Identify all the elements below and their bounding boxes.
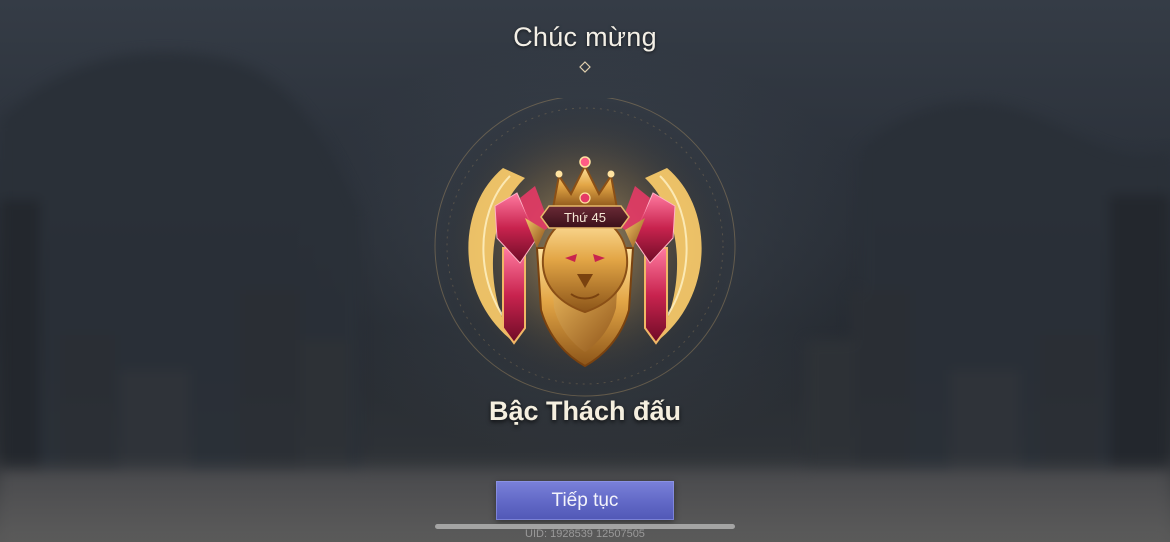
uid-label: UID: 1928539 12507505 [525, 528, 645, 540]
page-title: Chúc mừng [513, 22, 657, 52]
continue-button[interactable]: Tiếp tục [496, 481, 674, 520]
rank-position-badge: Thứ 45 [564, 210, 606, 225]
diamond-divider-icon [400, 61, 770, 73]
rank-name: Bậc Thách đấu [488, 396, 682, 426]
lion-crest-emblem-icon [434, 98, 736, 397]
rank-up-screen: Chúc mừng Thứ 45 Bậc Thách đấu Tiếp tục … [0, 0, 1170, 542]
